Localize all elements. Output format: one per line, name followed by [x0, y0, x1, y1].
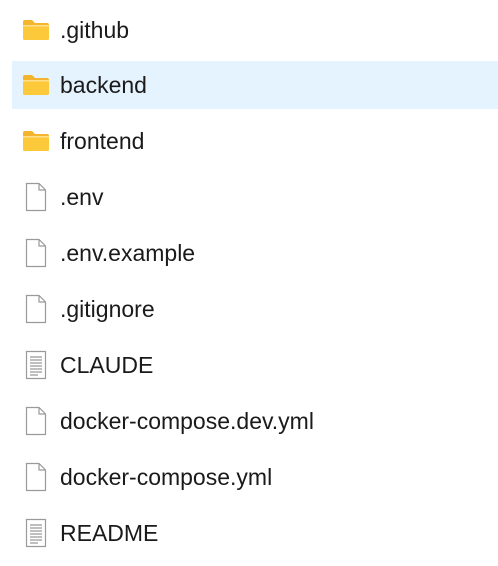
file-name: .env: [60, 184, 104, 210]
file-row-gitignore[interactable]: .gitignore: [12, 285, 498, 333]
file-name: .gitignore: [60, 296, 155, 322]
file-name: .github: [60, 17, 130, 43]
file-name: README: [60, 520, 159, 546]
file-row-github[interactable]: .github: [12, 6, 498, 54]
folder-icon: [22, 127, 50, 155]
file-row-claude[interactable]: CLAUDE: [12, 341, 498, 389]
file-list: .github backend frontend .env .env.examp…: [0, 0, 498, 566]
folder-icon: [22, 71, 50, 99]
blank-file-icon: [22, 238, 50, 268]
file-name: docker-compose.dev.yml: [60, 408, 314, 434]
file-name: .env.example: [60, 240, 196, 266]
file-name: backend: [60, 72, 147, 98]
file-row-docker-compose[interactable]: docker-compose.yml: [12, 453, 498, 501]
folder-icon: [22, 16, 50, 44]
text-file-icon: [22, 350, 50, 380]
blank-file-icon: [22, 294, 50, 324]
file-name: CLAUDE: [60, 352, 154, 378]
file-row-env[interactable]: .env: [12, 173, 498, 221]
file-name: frontend: [60, 128, 145, 154]
file-row-frontend[interactable]: frontend: [12, 117, 498, 165]
file-row-docker-compose-dev[interactable]: docker-compose.dev.yml: [12, 397, 498, 445]
blank-file-icon: [22, 406, 50, 436]
blank-file-icon: [22, 182, 50, 212]
text-file-icon: [22, 518, 50, 548]
file-name: docker-compose.yml: [60, 464, 273, 490]
file-row-readme[interactable]: README: [12, 509, 498, 557]
blank-file-icon: [22, 462, 50, 492]
file-row-env-example[interactable]: .env.example: [12, 229, 498, 277]
file-row-backend[interactable]: backend: [12, 61, 498, 109]
